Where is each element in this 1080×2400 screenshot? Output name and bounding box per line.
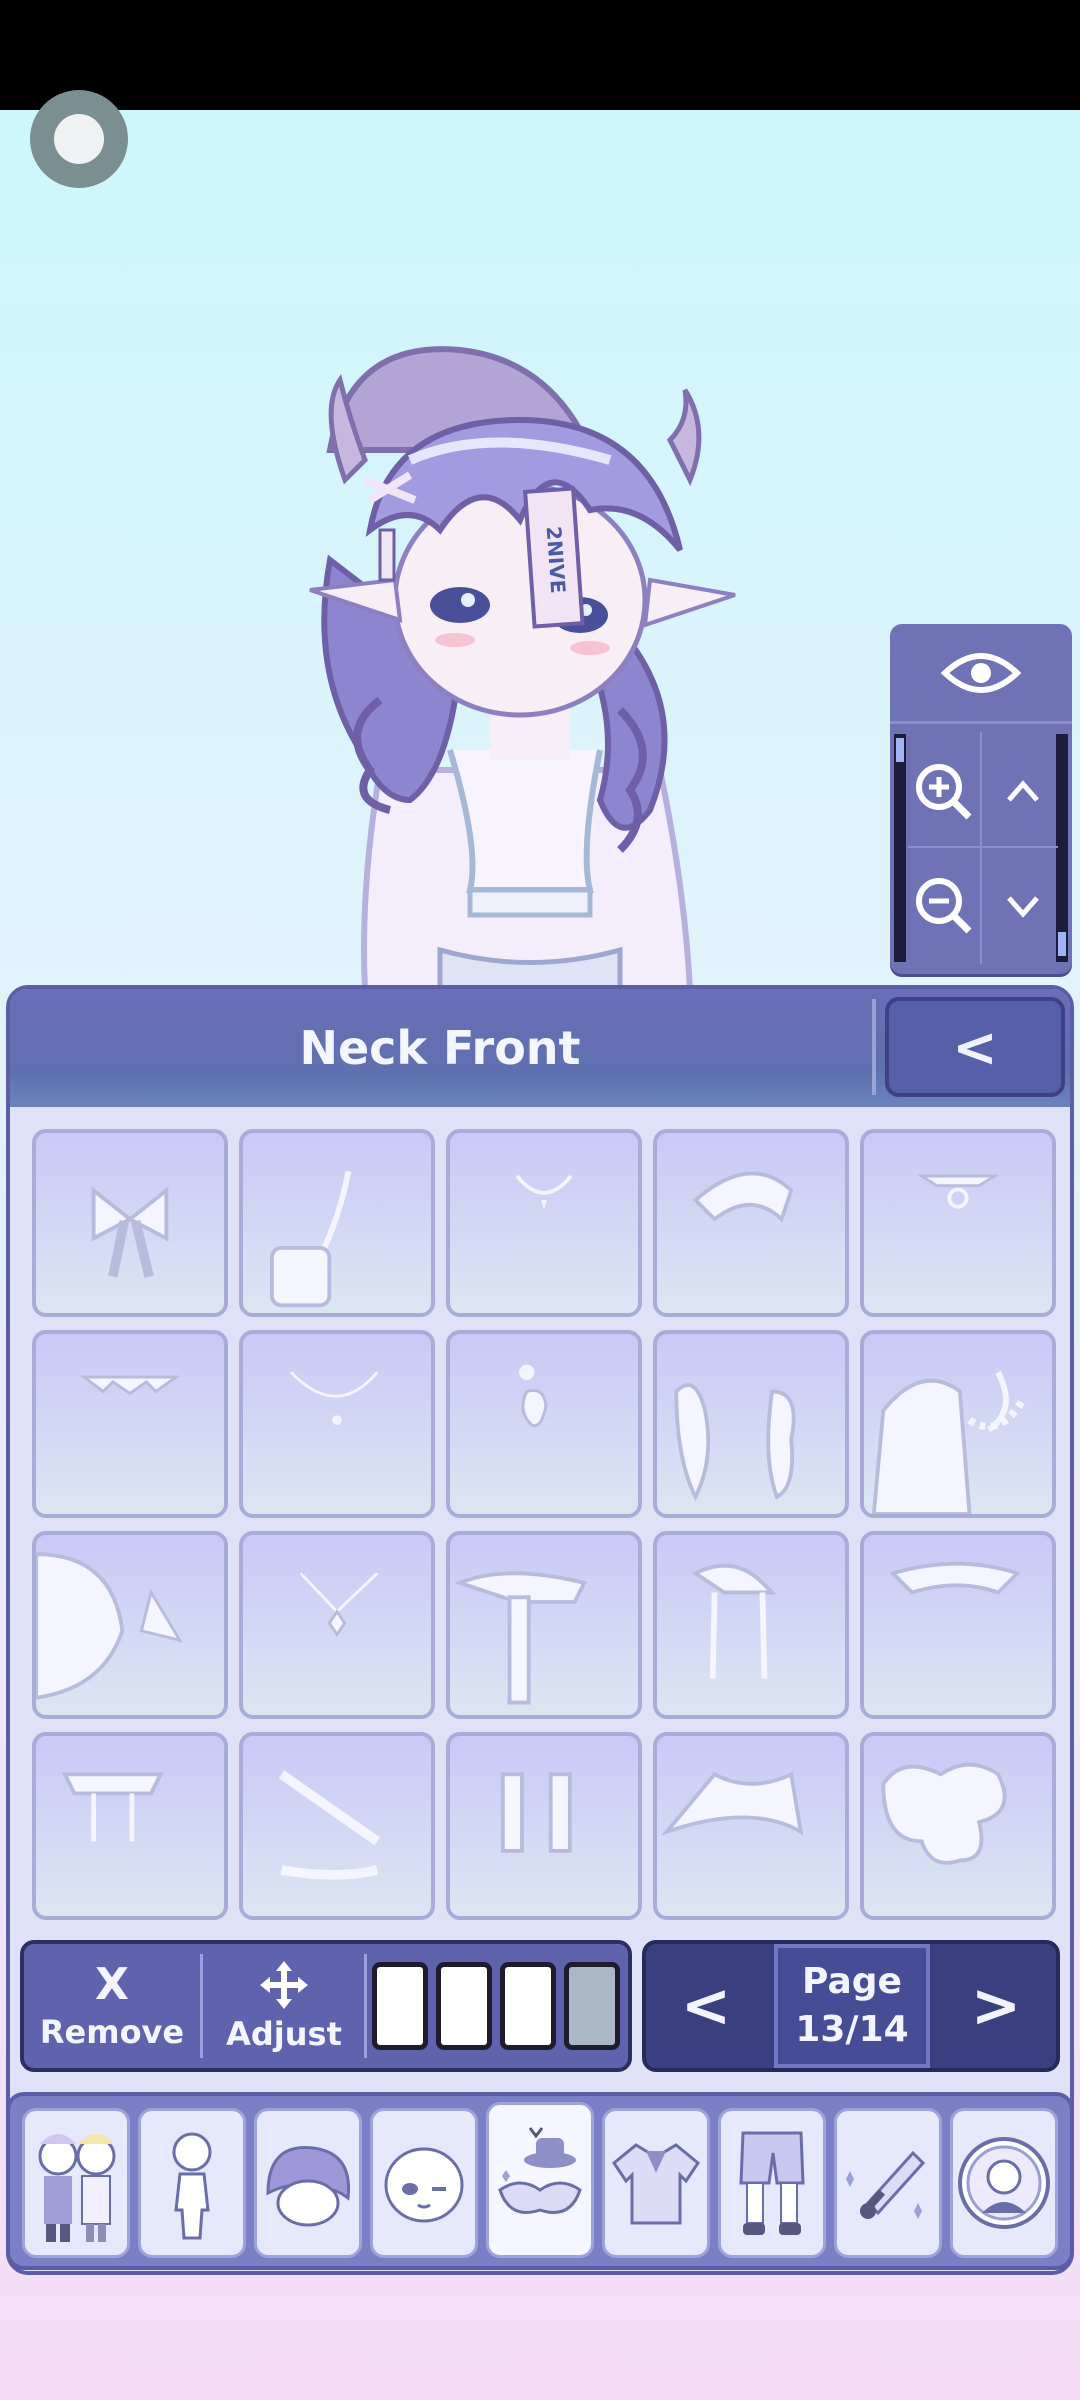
panel-header: Neck Front <: [10, 989, 1070, 1107]
zoom-out-icon[interactable]: [908, 860, 978, 950]
item-tile-heart-charm-necklace-icon[interactable]: [446, 1330, 642, 1518]
adjust-label: Adjust: [226, 2015, 342, 2053]
back-button[interactable]: <: [885, 997, 1065, 1097]
camera-controls: [890, 624, 1072, 974]
item-tools: X Remove Adjust: [20, 1940, 632, 2072]
category-presets-couple-icon[interactable]: [22, 2108, 130, 2258]
item-tile-thin-chain-necklace-icon[interactable]: [239, 1330, 435, 1518]
toggle-visibility-eye-icon[interactable]: [890, 624, 1072, 724]
adjust-button[interactable]: Adjust: [204, 1944, 364, 2068]
zoom-rail-left: [894, 734, 906, 962]
item-tile-spiked-choker-icon[interactable]: [32, 1330, 228, 1518]
page-indicator: Page 13/14: [774, 1944, 930, 2068]
page-value: 13/14: [795, 2009, 909, 2050]
status-bar: [0, 0, 1080, 110]
move-up-chevron-icon[interactable]: [988, 746, 1058, 836]
layer-slot-2[interactable]: [436, 1962, 492, 2050]
move-arrows-icon: [260, 1961, 308, 2009]
category-body-icon[interactable]: [138, 2108, 246, 2258]
panel-title: Neck Front: [299, 1021, 581, 1075]
category-shirt-icon[interactable]: [602, 2108, 710, 2258]
page-navigator: < Page 13/14 >: [642, 1940, 1060, 2072]
item-tile-diamond-pendant-icon[interactable]: [239, 1531, 435, 1719]
layer-slot-4[interactable]: [564, 1962, 620, 2050]
category-bar: [6, 2092, 1074, 2270]
remove-x-icon: X: [95, 1959, 129, 2010]
item-tile-cloud-ruffle-icon[interactable]: [860, 1732, 1056, 1920]
item-tile-collar-tabs-icon[interactable]: [32, 1732, 228, 1920]
category-props-sword-icon[interactable]: [834, 2108, 942, 2258]
item-tile-folded-collar-icon[interactable]: [860, 1531, 1056, 1719]
items-panel: Neck Front <: [6, 985, 1074, 2275]
item-tile-bow-ribbon-collar-icon[interactable]: [653, 1531, 849, 1719]
prev-page-button[interactable]: <: [646, 1944, 766, 2068]
forehead-note-text: 2NIVE: [542, 525, 571, 594]
item-tile-long-tie-icon[interactable]: [446, 1531, 642, 1719]
next-page-button[interactable]: >: [936, 1944, 1056, 2068]
item-tile-pouch-strap-icon[interactable]: [239, 1129, 435, 1317]
category-face-icon[interactable]: [370, 2108, 478, 2258]
record-dot-icon: [54, 114, 104, 164]
zoom-in-icon[interactable]: [908, 746, 978, 836]
item-tile-feather-cape-icon[interactable]: [32, 1531, 228, 1719]
category-hair-icon[interactable]: [254, 2108, 362, 2258]
layer-slots: [372, 1962, 620, 2050]
item-tile-cape-with-pearls-icon[interactable]: [860, 1330, 1056, 1518]
item-tile-small-pendant-necklace-icon[interactable]: [446, 1129, 642, 1317]
page-label: Page: [802, 1961, 902, 2002]
remove-button[interactable]: X Remove: [24, 1944, 200, 2068]
category-pants-shoes-icon[interactable]: [718, 2108, 826, 2258]
item-tile-bow-tie-icon[interactable]: [32, 1129, 228, 1317]
item-tile-sailor-collar-icon[interactable]: [653, 1732, 849, 1920]
layer-slot-3[interactable]: [500, 1962, 556, 2050]
category-profile-badge-icon[interactable]: [950, 2108, 1058, 2258]
item-tile-ring-choker-icon[interactable]: [860, 1129, 1056, 1317]
category-accessories-mask-hat-icon[interactable]: [486, 2102, 594, 2258]
move-down-chevron-icon[interactable]: [988, 860, 1058, 950]
item-tile-buckle-straps-icon[interactable]: [446, 1732, 642, 1920]
item-tile-fur-boa-icon[interactable]: [653, 1330, 849, 1518]
item-tile-collar-scarf-icon[interactable]: [653, 1129, 849, 1317]
character-preview[interactable]: 2NIVE: [290, 330, 770, 993]
item-tile-belt-strap-icon[interactable]: [239, 1732, 435, 1920]
remove-label: Remove: [39, 2013, 185, 2051]
layer-slot-1[interactable]: [372, 1962, 428, 2050]
